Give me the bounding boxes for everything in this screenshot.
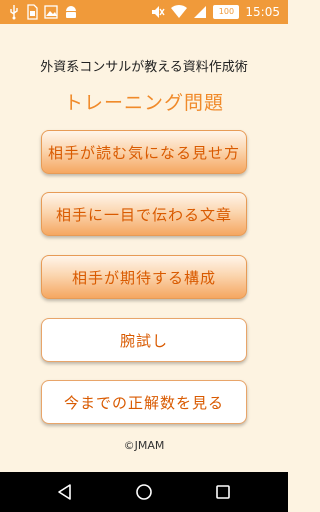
android-icon	[64, 4, 78, 20]
status-left-icons	[8, 4, 78, 20]
back-icon[interactable]	[53, 480, 77, 504]
mute-icon	[151, 4, 165, 20]
signal-icon	[193, 4, 207, 20]
usb-icon	[8, 4, 20, 20]
menu-button-presentation[interactable]: 相手が読む気になる見せ方	[41, 130, 247, 174]
recent-apps-icon[interactable]	[211, 480, 235, 504]
home-icon[interactable]	[132, 480, 156, 504]
copyright-text: ©JMAM	[123, 439, 165, 452]
wifi-icon	[171, 4, 188, 20]
menu-button-score-history[interactable]: 今までの正解数を見る	[41, 380, 247, 424]
navigation-bar	[0, 472, 288, 512]
main-content: 外資系コンサルが教える資料作成術 トレーニング問題 相手が読む気になる見せ方 相…	[0, 24, 288, 472]
sim-icon	[26, 4, 38, 20]
status-bar: 100 15:05	[0, 0, 288, 24]
menu-button-structure[interactable]: 相手が期待する構成	[41, 255, 247, 299]
page-title: トレーニング問題	[63, 92, 224, 114]
app-subtitle: 外資系コンサルが教える資料作成術	[40, 60, 248, 75]
photo-icon	[44, 4, 58, 20]
menu-button-writing[interactable]: 相手に一目で伝わる文章	[41, 192, 247, 236]
status-right-icons: 100 15:05	[151, 4, 280, 20]
menu-button-challenge[interactable]: 腕試し	[41, 318, 247, 362]
battery-icon: 100	[213, 5, 240, 19]
clock: 15:05	[245, 5, 280, 19]
